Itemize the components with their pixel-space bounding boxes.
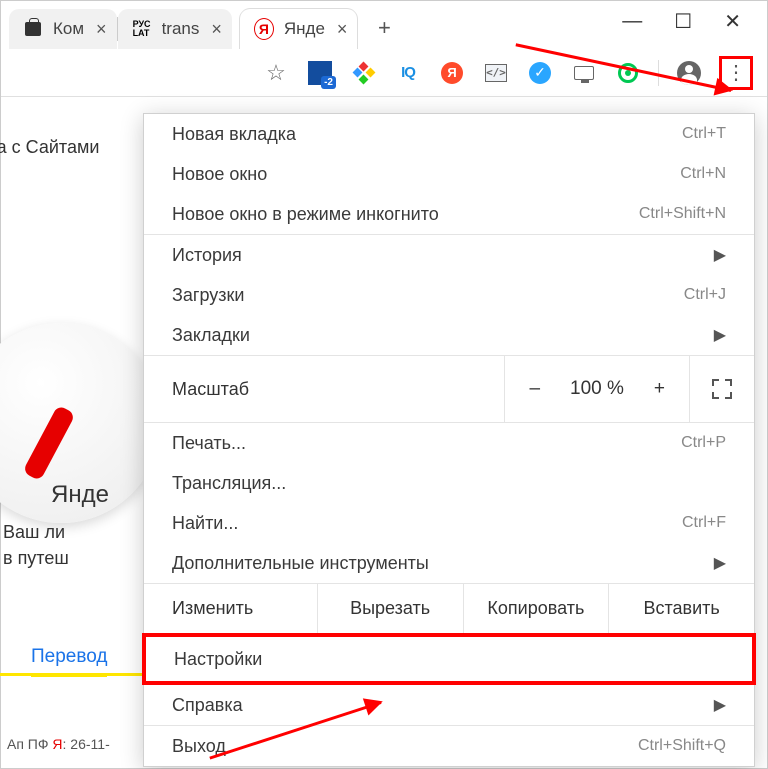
tab-0[interactable]: Ком × xyxy=(9,9,117,49)
briefcase-icon xyxy=(23,19,43,39)
menu-exit[interactable]: Выход Ctrl+Shift+Q xyxy=(144,726,754,766)
ruslat-icon: РУСLAT xyxy=(132,19,152,39)
window-maximize[interactable]: ☐ xyxy=(674,9,692,34)
submenu-arrow-icon: ▶ xyxy=(714,325,726,345)
edit-copy[interactable]: Копировать xyxy=(463,583,609,633)
menu-item-label: Найти... xyxy=(172,513,238,534)
tab-2-close[interactable]: × xyxy=(337,19,348,40)
extension-puzzle-icon[interactable] xyxy=(306,59,334,87)
menu-item-label: Дополнительные инструменты xyxy=(172,553,429,574)
menu-item-label: Загрузки xyxy=(172,285,244,306)
submenu-arrow-icon: ▶ xyxy=(714,245,726,265)
shortcut-text: Ctrl+J xyxy=(684,286,726,304)
menu-history[interactable]: История ▶ xyxy=(144,235,754,275)
menu-bookmarks[interactable]: Закладки ▶ xyxy=(144,315,754,355)
shortcut-text: Ctrl+N xyxy=(680,165,726,183)
menu-new-window[interactable]: Новое окно Ctrl+N xyxy=(144,154,754,194)
edit-cut[interactable]: Вырезать xyxy=(317,583,463,633)
menu-item-label: Трансляция... xyxy=(172,473,286,494)
bookmark-star-icon[interactable]: ☆ xyxy=(262,59,290,87)
zoom-in-button[interactable]: + xyxy=(654,378,665,400)
page-subtext-fragment: Ваш лив путеш xyxy=(3,519,69,571)
menu-downloads[interactable]: Загрузки Ctrl+J xyxy=(144,275,754,315)
page-text-fragment: ота с Сайтами xyxy=(0,137,99,158)
zoom-value: 100 % xyxy=(570,378,624,400)
edit-label: Изменить xyxy=(144,583,317,633)
check-extension-icon[interactable]: ✓ xyxy=(526,59,554,87)
tab-2-active[interactable]: Я Янде × xyxy=(240,9,358,49)
tab-0-close[interactable]: × xyxy=(96,19,107,40)
menu-settings[interactable]: Настройки xyxy=(142,633,756,685)
menu-item-label: Настройки xyxy=(174,649,262,670)
menu-item-label: Закладки xyxy=(172,325,250,346)
dev-extension-icon[interactable]: </> xyxy=(482,59,510,87)
iq-extension-icon[interactable]: IQ xyxy=(394,59,422,87)
menu-more-tools[interactable]: Дополнительные инструменты ▶ xyxy=(144,543,754,583)
footer-text: Ап ПФ Я: 26-11- xyxy=(7,736,110,752)
zoom-out-button[interactable]: – xyxy=(529,378,540,400)
shortcut-text: Ctrl+T xyxy=(682,125,726,143)
window-close[interactable]: ✕ xyxy=(724,9,741,34)
translate-link[interactable]: Перевод xyxy=(31,645,107,677)
menu-item-label: Новое окно xyxy=(172,164,267,185)
zoom-label: Масштаб xyxy=(144,379,504,400)
tab-1-close[interactable]: × xyxy=(211,19,222,40)
menu-item-label: Справка xyxy=(172,695,243,716)
green-ring-icon[interactable] xyxy=(614,59,642,87)
menu-zoom: Масштаб – 100 % + xyxy=(144,356,754,422)
menu-edit-row: Изменить Вырезать Копировать Вставить xyxy=(144,583,754,633)
menu-item-label: История xyxy=(172,245,242,266)
tab-2-title: Янде xyxy=(284,19,325,39)
submenu-arrow-icon: ▶ xyxy=(714,553,726,573)
yandex-favicon-icon: Я xyxy=(254,19,274,39)
submenu-arrow-icon: ▶ xyxy=(714,695,726,715)
fullscreen-icon[interactable] xyxy=(712,379,732,399)
window-minimize[interactable]: — xyxy=(622,10,642,33)
yandex-extension-icon[interactable]: Я xyxy=(438,59,466,87)
shortcut-text: Ctrl+Shift+Q xyxy=(638,737,726,755)
tab-1[interactable]: РУСLAT trans × xyxy=(118,9,232,49)
menu-new-tab[interactable]: Новая вкладка Ctrl+T xyxy=(144,114,754,154)
menu-help[interactable]: Справка ▶ xyxy=(144,685,754,725)
menu-find[interactable]: Найти... Ctrl+F xyxy=(144,503,754,543)
menu-cast[interactable]: Трансляция... xyxy=(144,463,754,503)
shortcut-text: Ctrl+Shift+N xyxy=(639,205,726,223)
shortcut-text: Ctrl+P xyxy=(681,434,726,452)
tab-1-title: trans xyxy=(162,19,200,39)
color-dots-icon[interactable] xyxy=(350,59,378,87)
shortcut-text: Ctrl+F xyxy=(682,514,726,532)
new-tab-button[interactable]: + xyxy=(367,11,401,45)
menu-item-label: Новая вкладка xyxy=(172,124,296,145)
menu-item-label: Новое окно в режиме инкогнито xyxy=(172,204,439,225)
edit-paste[interactable]: Вставить xyxy=(608,583,754,633)
menu-print[interactable]: Печать... Ctrl+P xyxy=(144,423,754,463)
tab-0-title: Ком xyxy=(53,19,84,39)
menu-incognito[interactable]: Новое окно в режиме инкогнито Ctrl+Shift… xyxy=(144,194,754,234)
main-menu: Новая вкладка Ctrl+T Новое окно Ctrl+N Н… xyxy=(143,113,755,767)
menu-item-label: Печать... xyxy=(172,433,246,454)
page-title-fragment: Янде xyxy=(51,481,109,509)
